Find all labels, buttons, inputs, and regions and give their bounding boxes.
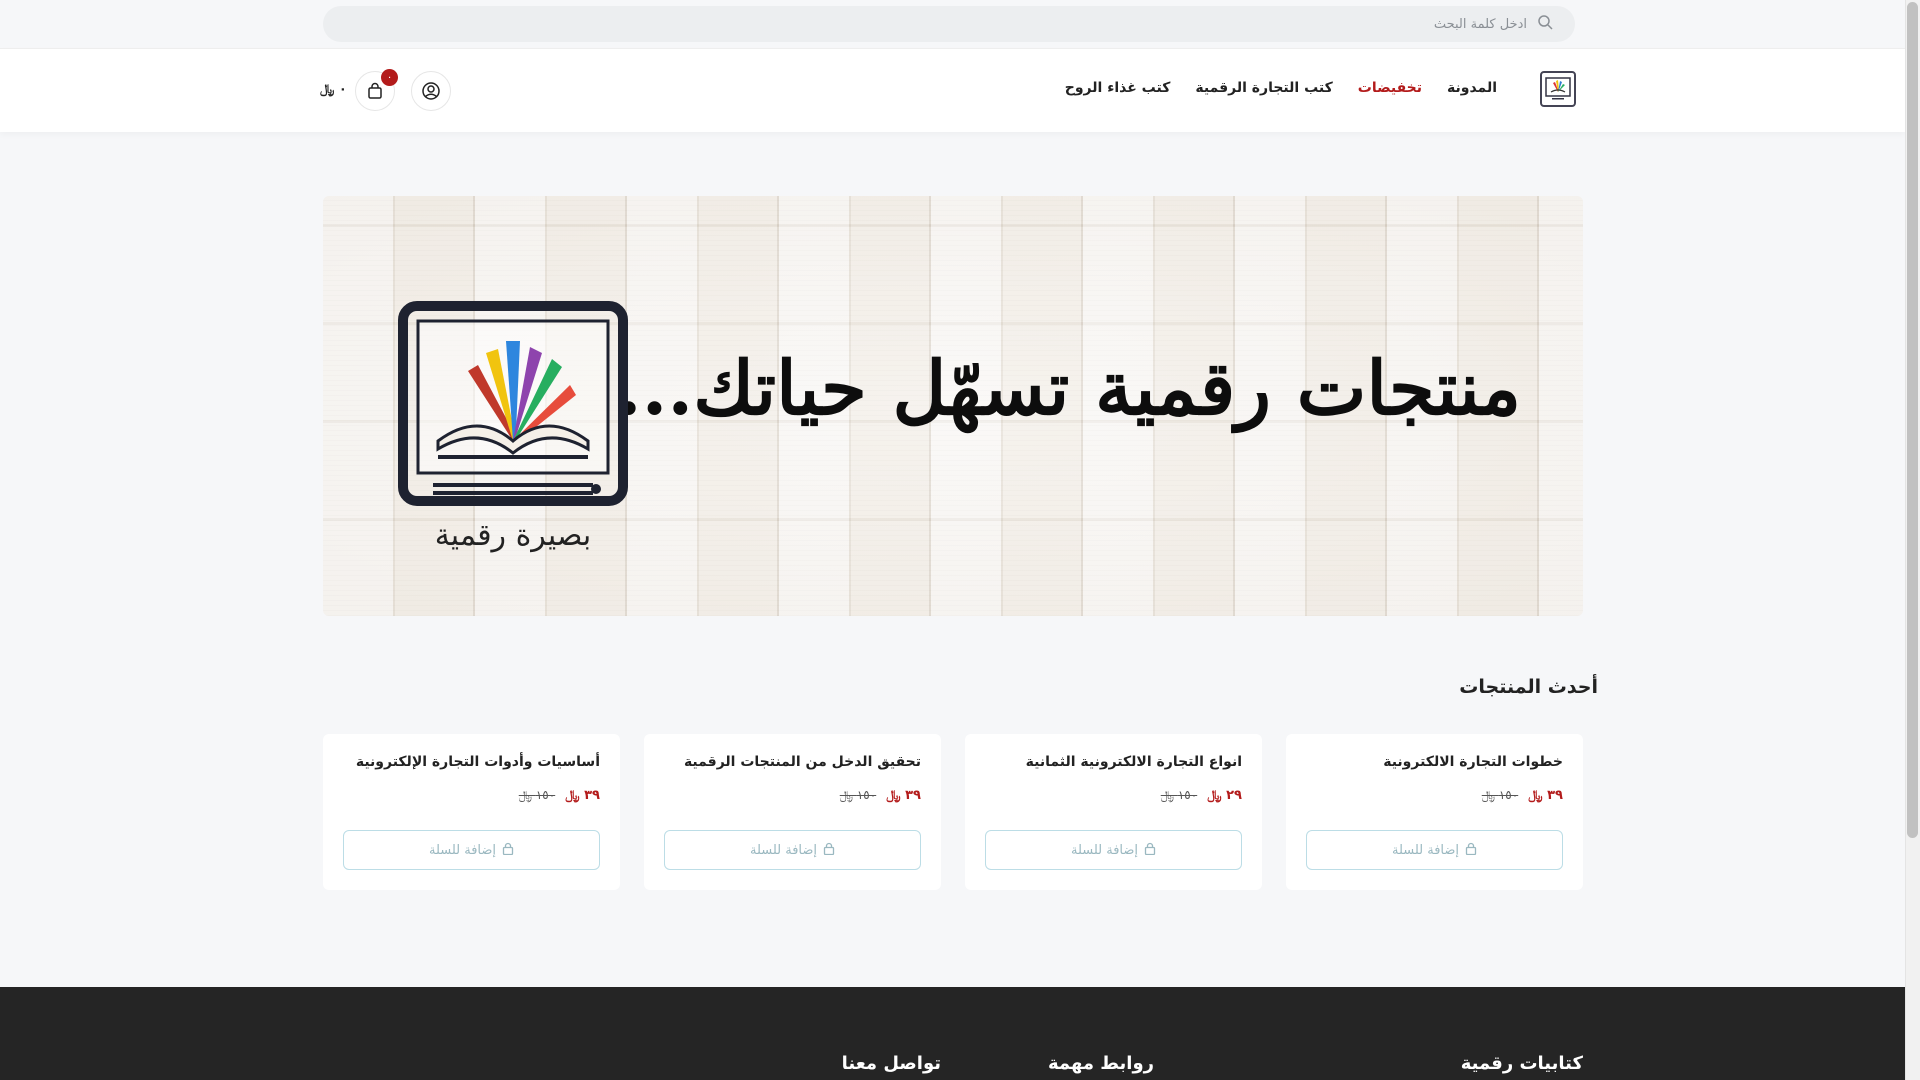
product-title[interactable]: أساسيات وأدوات التجارة الإلكترونية: [343, 754, 600, 776]
hero-banner[interactable]: منتجات رقمية تسهّل حياتك... بصيرة رقمية: [323, 196, 1583, 616]
product-price: ٣٩ ﷼: [1528, 788, 1563, 803]
product-price: ٣٩ ﷼: [565, 788, 600, 803]
price-row: ٢٩ ﷼ ١٥٠ ﷼: [985, 788, 1242, 803]
latest-products-heading: أحدث المنتجات: [1459, 676, 1598, 698]
product-old-price: ١٥٠ ﷼: [518, 788, 556, 802]
main-header: المدونة تخفيضات كتب التجارة الرقمية كتب …: [0, 48, 1905, 132]
account-button[interactable]: [411, 71, 451, 111]
product-title[interactable]: خطوات التجارة الالكترونية: [1306, 754, 1563, 776]
brand-logo-illustration: [398, 301, 628, 506]
footer-heading-contact: تواصل معنا: [841, 1053, 941, 1074]
shopping-bag-icon: [368, 82, 382, 99]
hero-logo-caption: بصيرة رقمية: [434, 518, 592, 553]
nav-spirit-books[interactable]: كتب غذاء الروح: [1065, 80, 1171, 96]
lock-icon: [823, 842, 835, 859]
product-card[interactable]: خطوات التجارة الالكترونية ٣٩ ﷼ ١٥٠ ﷼ إضا…: [1286, 734, 1583, 890]
cart-total: ٠ ﷼: [320, 82, 347, 97]
add-to-cart-button[interactable]: إضافة للسلة: [664, 830, 921, 870]
site-logo[interactable]: [1540, 71, 1576, 107]
product-card[interactable]: أساسيات وأدوات التجارة الإلكترونية ٣٩ ﷼ …: [323, 734, 620, 890]
price-row: ٣٩ ﷼ ١٥٠ ﷼: [664, 788, 921, 803]
search-input[interactable]: [1127, 16, 1527, 32]
scrollbar-thumb[interactable]: [1907, 2, 1918, 838]
product-old-price: ١٥٠ ﷼: [1160, 788, 1198, 802]
main-nav: المدونة تخفيضات كتب التجارة الرقمية كتب …: [1065, 80, 1497, 96]
nav-discounts[interactable]: تخفيضات: [1358, 80, 1422, 96]
price-row: ٣٩ ﷼ ١٥٠ ﷼: [343, 788, 600, 803]
footer-heading-links: روابط مهمة: [1047, 1053, 1154, 1074]
top-search-bar: [0, 0, 1905, 48]
nav-ecommerce-books[interactable]: كتب التجارة الرقمية: [1195, 80, 1332, 96]
product-title[interactable]: تحقيق الدخل من المنتجات الرقمية: [664, 754, 921, 776]
add-to-cart-label: إضافة للسلة: [1391, 842, 1460, 858]
lock-icon: [1144, 842, 1156, 859]
product-title[interactable]: انواع التجارة الالكترونية الثمانية: [985, 754, 1242, 776]
footer-heading-brand: كتابيات رقمية: [1460, 1053, 1583, 1074]
lock-icon: [1465, 842, 1477, 859]
lock-icon: [502, 842, 514, 859]
product-price: ٢٩ ﷼: [1207, 788, 1242, 803]
search-box[interactable]: [323, 6, 1575, 42]
add-to-cart-label: إضافة للسلة: [428, 842, 497, 858]
hero-title: منتجات رقمية تسهّل حياتك...: [615, 346, 1521, 432]
search-icon[interactable]: [1537, 14, 1553, 34]
add-to-cart-button[interactable]: إضافة للسلة: [985, 830, 1242, 870]
product-old-price: ١٥٠ ﷼: [839, 788, 877, 802]
add-to-cart-label: إضافة للسلة: [1070, 842, 1139, 858]
nav-blog[interactable]: المدونة: [1447, 80, 1497, 96]
page-scrollbar[interactable]: [1905, 0, 1920, 1080]
product-card[interactable]: انواع التجارة الالكترونية الثمانية ٢٩ ﷼ …: [965, 734, 1262, 890]
site-footer: كتابيات رقمية روابط مهمة تواصل معنا: [0, 987, 1905, 1080]
user-icon: [422, 82, 440, 100]
product-old-price: ١٥٠ ﷼: [1481, 788, 1519, 802]
add-to-cart-button[interactable]: إضافة للسلة: [1306, 830, 1563, 870]
price-row: ٣٩ ﷼ ١٥٠ ﷼: [1306, 788, 1563, 803]
logo-icon: [1545, 77, 1571, 100]
product-card[interactable]: تحقيق الدخل من المنتجات الرقمية ٣٩ ﷼ ١٥٠…: [644, 734, 941, 890]
add-to-cart-button[interactable]: إضافة للسلة: [343, 830, 600, 870]
product-price: ٣٩ ﷼: [886, 788, 921, 803]
add-to-cart-label: إضافة للسلة: [749, 842, 818, 858]
product-grid: أساسيات وأدوات التجارة الإلكترونية ٣٩ ﷼ …: [323, 734, 1583, 890]
cart-count-badge: ٠: [381, 69, 398, 86]
